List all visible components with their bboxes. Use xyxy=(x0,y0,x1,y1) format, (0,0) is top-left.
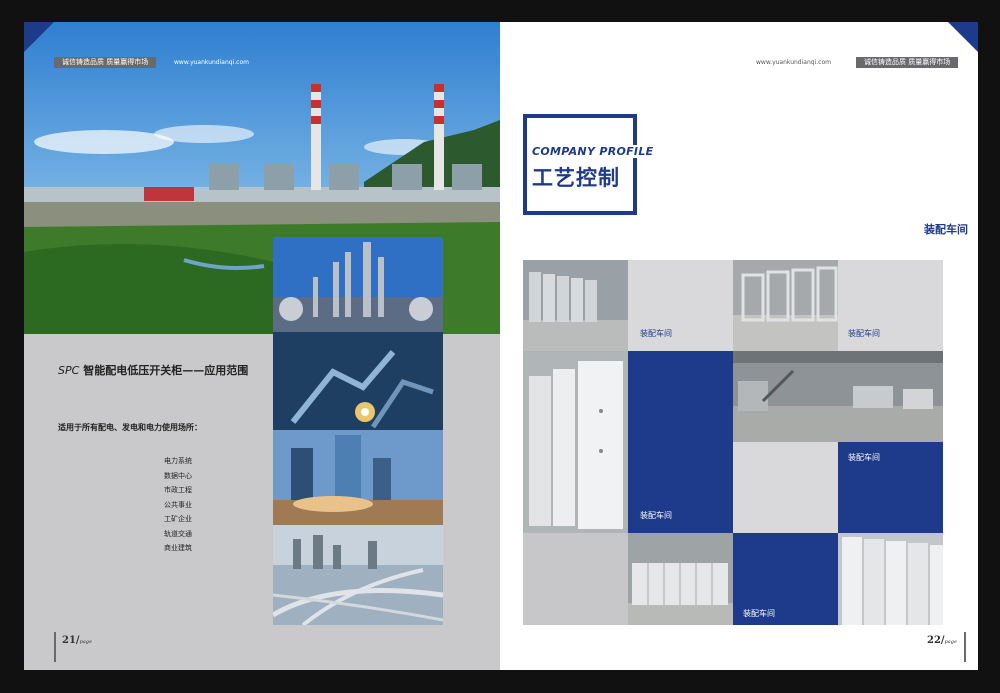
slogan-bar: 诚信铸造品质 质量赢得市场 xyxy=(856,57,959,68)
tile-label: 装配车间 xyxy=(848,329,880,338)
tile-label: 装配车间 xyxy=(743,609,775,618)
use-item: 市政工程 xyxy=(164,486,192,494)
highway-photo xyxy=(273,525,443,625)
workshop-photo xyxy=(733,260,838,351)
welding-robot-photo xyxy=(273,332,443,430)
cabinet-closeup-photo xyxy=(838,533,943,625)
refinery-photo xyxy=(273,237,443,332)
tile-label: 装配车间 xyxy=(848,453,880,462)
application-subtitle: 适用于所有配电、发电和电力使用场所： xyxy=(58,423,202,432)
tile-label: 装配车间 xyxy=(640,329,672,338)
slogan-bar: 诚信铸造品质 质量赢得市场 xyxy=(54,57,157,68)
use-list: 电力系统 数据中心 市政工程 公共事业 工矿企业 轨道交通 商业建筑 xyxy=(164,454,192,556)
use-item: 工矿企业 xyxy=(164,515,192,523)
blank-tile xyxy=(523,533,628,625)
top-right-corner-ribbon xyxy=(948,22,978,52)
label-tile: 装配车间 xyxy=(838,442,943,533)
label-tile: 装配车间 xyxy=(628,351,733,533)
tile-label: 装配车间 xyxy=(640,511,672,520)
workshop-grid: 装配车间 装配车间 装配车间 装配车间 装配车间 xyxy=(523,260,943,625)
use-item: 电力系统 xyxy=(164,457,192,465)
label-tile: 装配车间 xyxy=(628,260,733,351)
workshop-photo xyxy=(523,260,628,351)
left-page: 诚信铸造品质 质量赢得市场 www.yuankundianqi.com SPC … xyxy=(24,22,500,670)
label-tile: 装配车间 xyxy=(733,533,838,625)
heading-cn: 工艺控制 xyxy=(530,162,622,192)
top-left-corner-ribbon xyxy=(24,22,54,52)
page-number-rule xyxy=(54,632,56,662)
factory-floor-photo xyxy=(733,351,943,442)
page-number-right: 22/page xyxy=(927,635,957,646)
city-towers-photo xyxy=(273,430,443,525)
page-number-left: 21/page xyxy=(62,635,92,646)
brochure-spread: 诚信铸造品质 质量赢得市场 www.yuankundianqi.com SPC … xyxy=(24,22,978,670)
switchgear-row-photo xyxy=(628,533,733,625)
use-item: 轨道交通 xyxy=(164,529,192,538)
right-page: www.yuankundianqi.com 诚信铸造品质 质量赢得市场 COMP… xyxy=(500,22,978,670)
use-item: 公共事业 xyxy=(164,500,192,509)
heading-en: COMPANY PROFILE xyxy=(530,145,656,158)
website-text: www.yuankundianqi.com xyxy=(174,59,249,66)
website-text: www.yuankundianqi.com xyxy=(756,59,831,66)
use-item: 商业建筑 xyxy=(164,544,192,552)
label-tile: 装配车间 xyxy=(838,260,943,351)
use-item: 数据中心 xyxy=(164,471,192,480)
title-prefix: SPC xyxy=(58,364,80,377)
page-number-rule xyxy=(964,632,966,662)
application-title: SPC 智能配电低压开关柜——应用范围 xyxy=(58,362,248,378)
section-label: 装配车间 xyxy=(924,223,968,236)
title-text: 智能配电低压开关柜——应用范围 xyxy=(83,364,249,377)
blank-tile xyxy=(733,442,838,533)
cabinet-photo xyxy=(523,351,628,533)
